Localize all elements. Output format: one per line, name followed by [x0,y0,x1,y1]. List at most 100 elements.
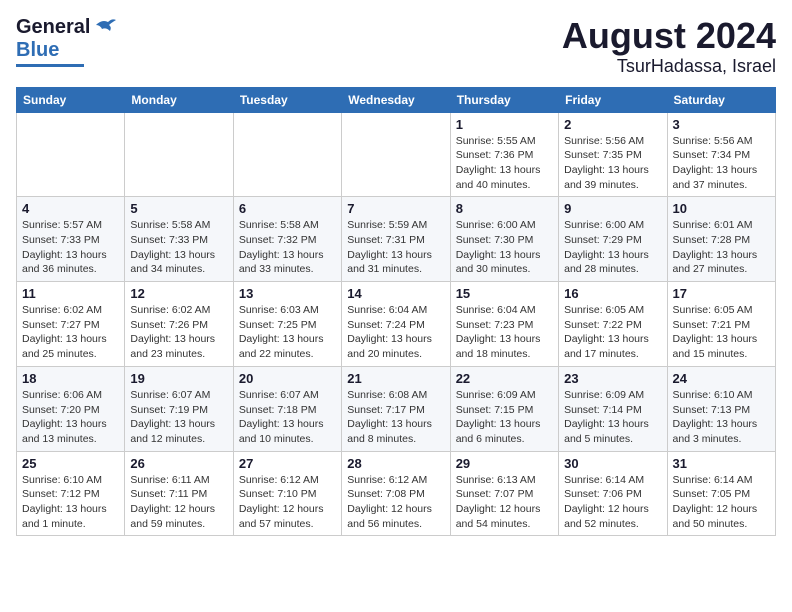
calendar-cell: 22 Sunrise: 6:09 AM Sunset: 7:15 PM Dayli… [450,366,558,451]
day-number: 12 [130,286,227,301]
day-info: Sunrise: 6:09 AM Sunset: 7:14 PM Dayligh… [564,388,661,447]
day-number: 8 [456,201,553,216]
day-number: 9 [564,201,661,216]
calendar-cell: 20 Sunrise: 6:07 AM Sunset: 7:18 PM Dayli… [233,366,341,451]
day-number: 7 [347,201,444,216]
logo: General Blue [16,16,116,67]
day-number: 2 [564,117,661,132]
page-header: General Blue August 2024 TsurHadassa, Is… [16,16,776,77]
day-info: Sunrise: 6:04 AM Sunset: 7:23 PM Dayligh… [456,303,553,362]
day-info: Sunrise: 6:02 AM Sunset: 7:27 PM Dayligh… [22,303,119,362]
calendar-week-5: 25Sunrise: 6:10 AM Sunset: 7:12 PM Dayli… [17,451,776,536]
calendar-cell: 18 Sunrise: 6:06 AM Sunset: 7:20 PM Dayli… [17,366,125,451]
day-info: Sunrise: 6:03 AM Sunset: 7:25 PM Dayligh… [239,303,336,362]
day-info: Sunrise: 5:55 AM Sunset: 7:36 PM Dayligh… [456,134,553,193]
calendar-cell: 9 Sunrise: 6:00 AM Sunset: 7:29 PM Daylig… [559,197,667,282]
calendar-cell [17,112,125,197]
calendar-week-2: 4Sunrise: 5:57 AM Sunset: 7:33 PM Daylig… [17,197,776,282]
calendar-cell: 31 Sunrise: 6:14 AM Sunset: 7:05 PM Dayli… [667,451,775,536]
day-header-thursday: Thursday [450,87,558,112]
calendar-cell: 17 Sunrise: 6:05 AM Sunset: 7:21 PM Dayli… [667,282,775,367]
day-number: 5 [130,201,227,216]
day-number: 27 [239,456,336,471]
day-header-saturday: Saturday [667,87,775,112]
day-info: Sunrise: 6:05 AM Sunset: 7:21 PM Dayligh… [673,303,770,362]
day-number: 22 [456,371,553,386]
day-info: Sunrise: 6:00 AM Sunset: 7:30 PM Dayligh… [456,218,553,277]
calendar-week-4: 18 Sunrise: 6:06 AM Sunset: 7:20 PM Dayli… [17,366,776,451]
day-info: Sunrise: 6:06 AM Sunset: 7:20 PM Dayligh… [22,388,119,447]
day-info: Sunrise: 5:57 AM Sunset: 7:33 PM Dayligh… [22,218,119,277]
day-info: Sunrise: 6:07 AM Sunset: 7:19 PM Dayligh… [130,388,227,447]
calendar-cell: 24 Sunrise: 6:10 AM Sunset: 7:13 PM Dayli… [667,366,775,451]
day-info: Sunrise: 5:56 AM Sunset: 7:35 PM Dayligh… [564,134,661,193]
calendar-cell: 6 Sunrise: 5:58 AM Sunset: 7:32 PM Daylig… [233,197,341,282]
calendar-cell: 2 Sunrise: 5:56 AM Sunset: 7:35 PM Daylig… [559,112,667,197]
calendar-cell: 13 Sunrise: 6:03 AM Sunset: 7:25 PM Dayli… [233,282,341,367]
logo-underline [16,64,84,67]
calendar-cell: 16Sunrise: 6:05 AM Sunset: 7:22 PM Dayli… [559,282,667,367]
day-info: Sunrise: 6:14 AM Sunset: 7:05 PM Dayligh… [673,473,770,532]
calendar-cell: 10Sunrise: 6:01 AM Sunset: 7:28 PM Dayli… [667,197,775,282]
day-header-sunday: Sunday [17,87,125,112]
day-info: Sunrise: 6:01 AM Sunset: 7:28 PM Dayligh… [673,218,770,277]
calendar-cell: 7 Sunrise: 5:59 AM Sunset: 7:31 PM Daylig… [342,197,450,282]
calendar-cell: 12Sunrise: 6:02 AM Sunset: 7:26 PM Dayli… [125,282,233,367]
day-info: Sunrise: 6:07 AM Sunset: 7:18 PM Dayligh… [239,388,336,447]
calendar-cell: 1 Sunrise: 5:55 AM Sunset: 7:36 PM Daylig… [450,112,558,197]
calendar-cell [342,112,450,197]
day-info: Sunrise: 6:12 AM Sunset: 7:10 PM Dayligh… [239,473,336,532]
calendar-cell: 21Sunrise: 6:08 AM Sunset: 7:17 PM Dayli… [342,366,450,451]
calendar-cell: 29 Sunrise: 6:13 AM Sunset: 7:07 PM Dayli… [450,451,558,536]
day-number: 28 [347,456,444,471]
day-info: Sunrise: 6:14 AM Sunset: 7:06 PM Dayligh… [564,473,661,532]
day-number: 1 [456,117,553,132]
calendar-cell [125,112,233,197]
calendar-cell: 27 Sunrise: 6:12 AM Sunset: 7:10 PM Dayli… [233,451,341,536]
calendar-cell: 3 Sunrise: 5:56 AM Sunset: 7:34 PM Daylig… [667,112,775,197]
day-info: Sunrise: 5:56 AM Sunset: 7:34 PM Dayligh… [673,134,770,193]
day-number: 21 [347,371,444,386]
day-info: Sunrise: 6:00 AM Sunset: 7:29 PM Dayligh… [564,218,661,277]
calendar-cell: 5 Sunrise: 5:58 AM Sunset: 7:33 PM Daylig… [125,197,233,282]
day-info: Sunrise: 6:09 AM Sunset: 7:15 PM Dayligh… [456,388,553,447]
day-number: 13 [239,286,336,301]
day-number: 26 [130,456,227,471]
day-info: Sunrise: 5:58 AM Sunset: 7:33 PM Dayligh… [130,218,227,277]
calendar-cell: 15Sunrise: 6:04 AM Sunset: 7:23 PM Dayli… [450,282,558,367]
title-block: August 2024 TsurHadassa, Israel [562,16,776,77]
calendar-cell: 30Sunrise: 6:14 AM Sunset: 7:06 PM Dayli… [559,451,667,536]
calendar-cell: 14Sunrise: 6:04 AM Sunset: 7:24 PM Dayli… [342,282,450,367]
day-info: Sunrise: 6:12 AM Sunset: 7:08 PM Dayligh… [347,473,444,532]
day-number: 18 [22,371,119,386]
calendar-cell: 28 Sunrise: 6:12 AM Sunset: 7:08 PM Dayli… [342,451,450,536]
day-number: 6 [239,201,336,216]
calendar-title: August 2024 [562,16,776,56]
calendar-table: SundayMondayTuesdayWednesdayThursdayFrid… [16,87,776,537]
day-number: 31 [673,456,770,471]
day-number: 24 [673,371,770,386]
day-number: 17 [673,286,770,301]
calendar-cell [233,112,341,197]
calendar-cell: 19Sunrise: 6:07 AM Sunset: 7:19 PM Dayli… [125,366,233,451]
day-info: Sunrise: 6:13 AM Sunset: 7:07 PM Dayligh… [456,473,553,532]
day-info: Sunrise: 6:11 AM Sunset: 7:11 PM Dayligh… [130,473,227,532]
day-number: 20 [239,371,336,386]
day-info: Sunrise: 5:59 AM Sunset: 7:31 PM Dayligh… [347,218,444,277]
calendar-cell: 11 Sunrise: 6:02 AM Sunset: 7:27 PM Dayli… [17,282,125,367]
day-number: 11 [22,286,119,301]
day-info: Sunrise: 6:04 AM Sunset: 7:24 PM Dayligh… [347,303,444,362]
day-info: Sunrise: 6:10 AM Sunset: 7:13 PM Dayligh… [673,388,770,447]
logo-general-text: General [16,16,90,39]
calendar-week-3: 11 Sunrise: 6:02 AM Sunset: 7:27 PM Dayli… [17,282,776,367]
calendar-location: TsurHadassa, Israel [562,56,776,77]
day-header-wednesday: Wednesday [342,87,450,112]
calendar-cell: 25Sunrise: 6:10 AM Sunset: 7:12 PM Dayli… [17,451,125,536]
day-header-tuesday: Tuesday [233,87,341,112]
day-number: 29 [456,456,553,471]
day-info: Sunrise: 6:05 AM Sunset: 7:22 PM Dayligh… [564,303,661,362]
day-info: Sunrise: 6:10 AM Sunset: 7:12 PM Dayligh… [22,473,119,532]
bird-icon [94,17,116,35]
day-info: Sunrise: 5:58 AM Sunset: 7:32 PM Dayligh… [239,218,336,277]
day-number: 3 [673,117,770,132]
